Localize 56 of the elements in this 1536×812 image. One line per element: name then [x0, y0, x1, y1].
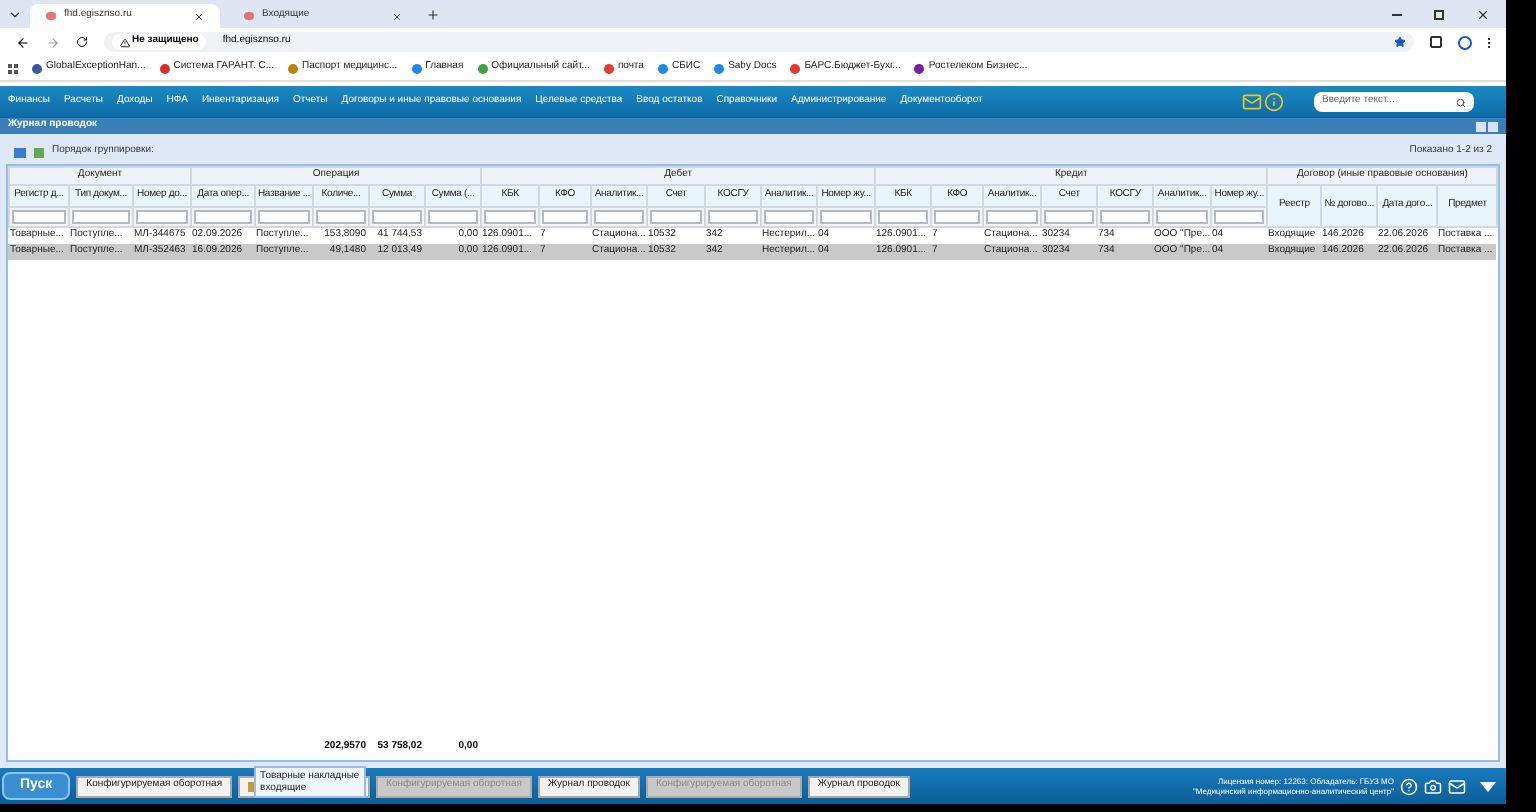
- profile-icon[interactable]: [1458, 35, 1472, 49]
- extensions-icon[interactable]: [1430, 36, 1442, 48]
- filter-field[interactable]: [136, 209, 189, 223]
- camera-icon[interactable]: [1424, 777, 1442, 795]
- bookmark-icon: [714, 63, 725, 73]
- forward-icon[interactable]: [46, 35, 60, 49]
- site-icon: [46, 12, 56, 20]
- bookmark-icon: [411, 63, 422, 73]
- filter-field[interactable]: [650, 209, 703, 223]
- filter-field[interactable]: [316, 209, 367, 223]
- close-panel-icon[interactable]: [1488, 121, 1498, 131]
- mail-icon[interactable]: [1242, 92, 1262, 112]
- filter-field[interactable]: [820, 209, 873, 223]
- back-icon[interactable]: [16, 35, 30, 49]
- filter-field[interactable]: [1044, 209, 1095, 223]
- filter-field[interactable]: [372, 209, 423, 223]
- bookmark-icon: [657, 63, 668, 73]
- filter-field[interactable]: [1156, 209, 1209, 223]
- bookmark-icon: [288, 63, 299, 73]
- restore-icon[interactable]: [1434, 10, 1444, 20]
- bookmark-icon: [477, 63, 488, 73]
- filter-field[interactable]: [258, 209, 311, 223]
- filter-field[interactable]: [708, 209, 759, 223]
- filter-field[interactable]: [428, 209, 479, 223]
- site-icon: [244, 12, 254, 20]
- close-window-icon[interactable]: [1476, 8, 1490, 22]
- dropdown-icon[interactable]: [1480, 781, 1496, 791]
- bookmark-icon: [603, 63, 614, 73]
- filter-field[interactable]: [484, 209, 537, 223]
- bookmark-icon: [790, 63, 801, 73]
- bookmark-icon: [159, 63, 170, 73]
- new-tab-icon[interactable]: [426, 8, 440, 22]
- filter-field[interactable]: [986, 209, 1039, 223]
- filter-field[interactable]: [1214, 209, 1265, 223]
- tab-list-icon[interactable]: [8, 8, 22, 22]
- filter-field[interactable]: [764, 209, 815, 223]
- reload-icon[interactable]: [76, 36, 88, 48]
- help-icon[interactable]: [1400, 777, 1418, 795]
- filter-field[interactable]: [594, 209, 645, 223]
- search-icon[interactable]: [1456, 97, 1466, 107]
- apps-icon[interactable]: [8, 63, 18, 73]
- filter-field[interactable]: [72, 209, 130, 223]
- refresh-icon[interactable]: [34, 147, 44, 157]
- restore-panel-icon[interactable]: [1476, 121, 1486, 131]
- filter-field[interactable]: [542, 209, 589, 223]
- bookmark-icon: [32, 63, 42, 73]
- bookmark-star-icon[interactable]: [1394, 36, 1406, 48]
- bookmark-icon: [914, 63, 925, 73]
- filter-field[interactable]: [12, 209, 66, 223]
- export-icon[interactable]: [14, 147, 26, 157]
- info-icon[interactable]: [1264, 92, 1284, 112]
- filter-field[interactable]: [1100, 209, 1151, 223]
- filter-field[interactable]: [878, 209, 929, 223]
- filter-field[interactable]: [194, 209, 253, 223]
- warning-icon: [120, 37, 130, 47]
- filter-field[interactable]: [934, 209, 981, 223]
